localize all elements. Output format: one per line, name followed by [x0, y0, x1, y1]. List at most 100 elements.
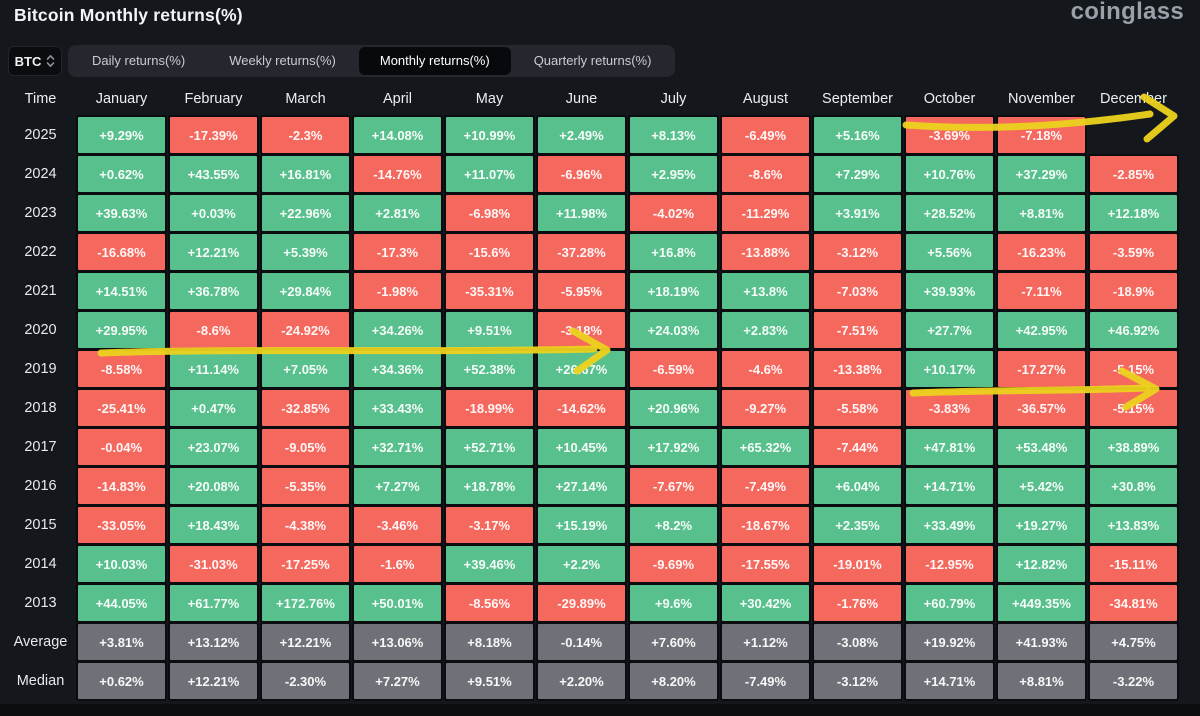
return-cell: +50.01%: [354, 585, 441, 621]
return-cell: +2.20%: [538, 663, 625, 699]
return-cell: -31.03%: [170, 546, 257, 582]
return-cell: +53.48%: [998, 429, 1085, 465]
return-cell: -0.04%: [78, 429, 165, 465]
return-cell: +11.14%: [170, 351, 257, 387]
row-label-2015: 2015: [24, 517, 57, 533]
return-cell: +5.39%: [262, 234, 349, 270]
return-cell: [1090, 117, 1177, 153]
return-cell: +9.51%: [446, 312, 533, 348]
return-cell: +7.05%: [262, 351, 349, 387]
return-cell: +0.47%: [170, 390, 257, 426]
return-cell: -6.96%: [538, 156, 625, 192]
return-cell: +9.29%: [78, 117, 165, 153]
return-cell: +2.49%: [538, 117, 625, 153]
return-cell: -2.3%: [262, 117, 349, 153]
return-cell: +19.92%: [906, 624, 993, 660]
return-cell: +10.76%: [906, 156, 993, 192]
return-cell: +0.03%: [170, 195, 257, 231]
return-cell: +29.84%: [262, 273, 349, 309]
return-cell: -3.83%: [906, 390, 993, 426]
return-cell: +41.93%: [998, 624, 1085, 660]
return-cell: +46.92%: [1090, 312, 1177, 348]
return-cell: +4.75%: [1090, 624, 1177, 660]
return-cell: -15.11%: [1090, 546, 1177, 582]
return-cell: +9.51%: [446, 663, 533, 699]
return-cell: +2.83%: [722, 312, 809, 348]
return-cell: -14.83%: [78, 468, 165, 504]
return-cell: +39.93%: [906, 273, 993, 309]
return-cell: +10.03%: [78, 546, 165, 582]
return-cell: +14.08%: [354, 117, 441, 153]
return-cell: -17.27%: [998, 351, 1085, 387]
column-header-december: December: [1100, 91, 1167, 107]
return-cell: -9.05%: [262, 429, 349, 465]
column-header-october: October: [923, 91, 976, 107]
return-cell: +52.38%: [446, 351, 533, 387]
return-cell: -7.49%: [722, 468, 809, 504]
return-cell: -1.98%: [354, 273, 441, 309]
return-cell: +8.2%: [630, 507, 717, 543]
column-header-november: November: [1008, 91, 1075, 107]
return-cell: +61.77%: [170, 585, 257, 621]
return-cell: -5.58%: [814, 390, 901, 426]
return-cell: -0.14%: [538, 624, 625, 660]
return-cell: +47.81%: [906, 429, 993, 465]
return-cell: -5.15%: [1090, 351, 1177, 387]
return-cell: -6.59%: [630, 351, 717, 387]
return-cell: -32.85%: [262, 390, 349, 426]
return-cell: +2.95%: [630, 156, 717, 192]
return-cell: +14.71%: [906, 663, 993, 699]
return-cell: -2.85%: [1090, 156, 1177, 192]
return-cell: +28.52%: [906, 195, 993, 231]
return-cell: +30.8%: [1090, 468, 1177, 504]
return-cell: +5.42%: [998, 468, 1085, 504]
row-label-2021: 2021: [24, 283, 57, 299]
return-cell: +34.36%: [354, 351, 441, 387]
column-header-september: September: [822, 91, 893, 107]
return-cell: +27.7%: [906, 312, 993, 348]
row-label-2014: 2014: [24, 556, 57, 572]
return-cell: +15.19%: [538, 507, 625, 543]
column-header-time: Time: [24, 91, 57, 107]
return-cell: +5.16%: [814, 117, 901, 153]
return-cell: +11.07%: [446, 156, 533, 192]
return-cell: +33.49%: [906, 507, 993, 543]
return-cell: +16.81%: [262, 156, 349, 192]
return-cell: +3.91%: [814, 195, 901, 231]
tab-quarterly-returns[interactable]: Quarterly returns(%): [513, 48, 673, 74]
return-cell: +44.05%: [78, 585, 165, 621]
column-header-february: February: [184, 91, 243, 107]
return-cell: +30.42%: [722, 585, 809, 621]
return-cell: -37.28%: [538, 234, 625, 270]
symbol-selector[interactable]: BTC: [8, 46, 62, 76]
return-cell: -17.25%: [262, 546, 349, 582]
return-cell: -7.18%: [998, 117, 1085, 153]
return-cell: +8.13%: [630, 117, 717, 153]
return-cell: +7.27%: [354, 468, 441, 504]
return-cell: +65.32%: [722, 429, 809, 465]
tab-weekly-returns[interactable]: Weekly returns(%): [208, 48, 357, 74]
return-cell: -17.3%: [354, 234, 441, 270]
return-cell: -1.6%: [354, 546, 441, 582]
return-cell: +18.19%: [630, 273, 717, 309]
return-cell: +8.81%: [998, 195, 1085, 231]
return-cell: +37.29%: [998, 156, 1085, 192]
tab-monthly-returns[interactable]: Monthly returns(%): [358, 47, 511, 75]
return-cell: +5.56%: [906, 234, 993, 270]
column-header-april: April: [382, 91, 412, 107]
tab-daily-returns[interactable]: Daily returns(%): [71, 48, 206, 74]
return-cell: +27.14%: [538, 468, 625, 504]
row-label-2022: 2022: [24, 244, 57, 260]
return-cell: -5.15%: [1090, 390, 1177, 426]
return-cell: +12.18%: [1090, 195, 1177, 231]
row-label-2018: 2018: [24, 400, 57, 416]
return-cell: -35.31%: [446, 273, 533, 309]
return-cell: -6.49%: [722, 117, 809, 153]
return-cell: +7.29%: [814, 156, 901, 192]
return-cell: +39.63%: [78, 195, 165, 231]
return-cell: -16.68%: [78, 234, 165, 270]
return-cell: -3.12%: [814, 663, 901, 699]
return-cell: +12.82%: [998, 546, 1085, 582]
return-cell: +0.62%: [78, 663, 165, 699]
return-cell: +10.99%: [446, 117, 533, 153]
